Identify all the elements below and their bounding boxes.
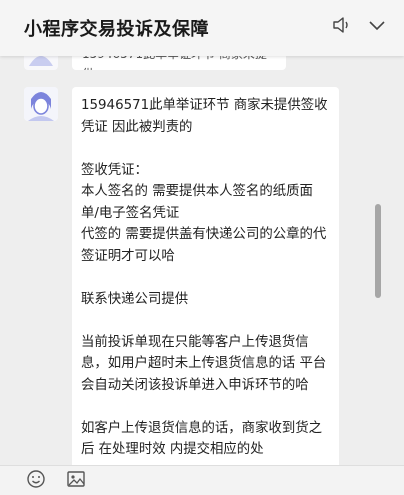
message-line: 15946571此单举证环节 商家未提供签收凭证 因此被判责的 — [81, 98, 328, 135]
message-line: 联系快递公司提供 — [81, 291, 189, 307]
image-icon[interactable] — [66, 470, 86, 492]
message-line: 如客户上传退货信息的话，商家收到货之后 在处理时效 内提交相应的处 — [81, 420, 323, 458]
avatar — [24, 87, 58, 121]
input-toolbar — [0, 465, 404, 495]
message-line: 当前投诉单现在只能等客户上传退货信息，如用户超时未上传退货信息的话 平台会自动关… — [81, 334, 327, 393]
previous-message-text: 15946571此单举证环节 商家未提供 — [82, 56, 267, 70]
message-line: 代签的 需要提供盖有快递公司的公章的代签证明才可以哈 — [81, 227, 327, 264]
message-line: 签收凭证： — [81, 162, 148, 178]
chat-header: 小程序交易投诉及保障 — [0, 0, 404, 56]
chevron-down-icon[interactable] — [368, 19, 386, 31]
message-line — [81, 138, 329, 160]
message-line: 本人签名的 需要提供本人签名的纸质面单/电子签名凭证 — [81, 184, 313, 221]
chat-messages[interactable]: 15946571此单举证环节 商家未提供 15946571此单举证环节 商家未提… — [0, 56, 404, 465]
avatar — [24, 56, 58, 70]
scrollbar-thumb[interactable] — [375, 204, 381, 298]
chat-title: 小程序交易投诉及保障 — [24, 19, 209, 40]
speaker-icon[interactable] — [332, 16, 352, 34]
header-actions — [332, 16, 386, 34]
message-line — [81, 396, 329, 418]
emoji-icon[interactable] — [26, 469, 46, 493]
message-bubble: 15946571此单举证环节 商家未提供签收凭证 因此被判责的 签收凭证： 本人… — [72, 87, 339, 465]
previous-message-bubble: 15946571此单举证环节 商家未提供 — [72, 56, 286, 70]
message-line — [81, 267, 329, 289]
message-line — [81, 310, 329, 332]
